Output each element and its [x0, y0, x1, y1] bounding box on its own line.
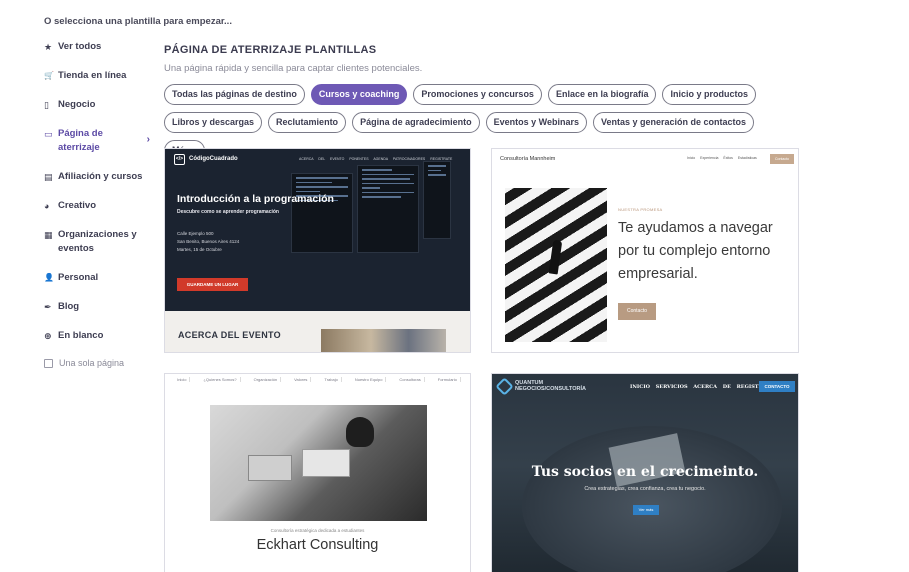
page-subtitle: Una página rápida y sencilla para captar… — [164, 63, 423, 74]
template-brand: Consultoría Mannheim — [500, 156, 556, 162]
sidebar-item-en-blanco[interactable]: ⊕ En blanco — [44, 329, 156, 343]
single-page-label: Una sola página — [59, 358, 125, 368]
about-title: ACERCA DEL EVENTO — [178, 330, 281, 340]
sidebar-item-blog[interactable]: ✒ Blog — [44, 300, 156, 314]
nav-link: Formulario — [434, 377, 461, 382]
template-nav-links: ACERCA DEL EVENTO PONENTES AGENDA PATROC… — [299, 157, 453, 161]
nav-link: Organización — [250, 377, 282, 382]
sidebar-item-landing[interactable]: ▭ Página de aterrizaje › — [44, 127, 156, 155]
quantum-logo-icon — [495, 377, 514, 396]
nav-link: Inicio — [174, 377, 191, 382]
chip-libros[interactable]: Libros y descargas — [164, 112, 263, 133]
sidebar-item-label: Tienda en línea — [58, 70, 127, 81]
address-line: San Benito, Buenos Aires 4124 — [177, 239, 240, 244]
chip-reclutamiento[interactable]: Reclutamiento — [268, 112, 347, 133]
page-prompt: O selecciona una plantilla para empezar.… — [44, 16, 232, 27]
template-eyebrow: NUESTRA PROMESA — [618, 207, 663, 212]
template-headline: Te ayudamos a navegar por tu complejo en… — [618, 220, 773, 282]
single-page-checkbox[interactable]: Una sola página — [44, 358, 156, 368]
page-title: PÁGINA DE ATERRIZAJE PLANTILLAS — [164, 44, 377, 56]
template-headline: Tus socios en el crecimeinto. — [531, 464, 759, 480]
sidebar-item-ver-todos[interactable]: ★ Ver todos — [44, 40, 156, 54]
template-address: Calle Ejemplo 500 San Benito, Buenos Air… — [177, 230, 239, 254]
template-headline: Introducción a la programación — [177, 193, 334, 205]
sidebar-item-label: Creativo — [58, 200, 97, 211]
sidebar-item-personal[interactable]: 👤 Personal — [44, 271, 156, 285]
sidebar-item-label: En blanco — [58, 330, 104, 341]
template-subhead: Crea estrategias, crea confianza, crea t… — [584, 486, 706, 492]
address-line: Martes, 15 de Octubre — [177, 247, 222, 252]
plus-circle-icon: ⊕ — [44, 331, 52, 341]
sidebar-item-label: Negocio — [58, 99, 96, 110]
chip-agradecimiento[interactable]: Página de agradecimiento — [352, 112, 480, 133]
template-nav-links: Inicio Experiencia Éxitos Estadísticas — [687, 156, 757, 160]
sidebar-item-afiliacion[interactable]: ▤ Afiliación y cursos — [44, 170, 156, 184]
sidebar-item-organizaciones[interactable]: ▦ Organizaciones y eventos — [44, 228, 156, 256]
browser-icon: ▭ — [44, 129, 53, 139]
address-line: Calle Ejemplo 500 — [177, 231, 214, 236]
template-card-mannheim[interactable]: Consultoría Mannheim Inicio Experiencia … — [491, 148, 799, 353]
template-brand: CódigoCuadrado — [189, 156, 238, 162]
sidebar-item-tienda[interactable]: 🛒 Tienda en línea — [44, 69, 156, 83]
chip-cursos[interactable]: Cursos y coaching — [310, 84, 408, 105]
person-icon: 👤 — [44, 273, 54, 282]
template-cta: Ver más — [633, 505, 659, 515]
crosswalk-photo — [505, 188, 607, 342]
quill-icon: ✒ — [44, 302, 52, 312]
calendar-icon: ▦ — [44, 230, 53, 240]
sidebar-item-label: Afiliación y cursos — [58, 171, 143, 182]
about-image — [321, 329, 446, 352]
nav-link: Valores — [291, 377, 312, 382]
template-about-section: ACERCA DEL EVENTO — [165, 311, 470, 352]
palette-icon: ◕ — [44, 201, 50, 211]
sidebar-item-negocio[interactable]: ▯ Negocio — [44, 98, 156, 112]
template-nav-button: CONTACTO — [759, 381, 795, 392]
nav-link: ¿Quienes Somos? — [200, 377, 241, 382]
star-icon: ★ — [44, 42, 53, 52]
chip-todas[interactable]: Todas las páginas de destino — [164, 84, 305, 105]
cart-icon: 🛒 — [44, 71, 54, 80]
template-nav-links: INICIO SERVICIOS ACERCA DE REGISTRATE — [630, 384, 774, 390]
template-cta: GUARDAME UN LUGAR — [177, 278, 248, 291]
membership-card-icon: ▤ — [44, 172, 53, 182]
chip-promociones[interactable]: Promociones y concursos — [413, 84, 542, 105]
nav-link: Nuestro Equipo — [351, 377, 387, 382]
template-nav-links: Inicio ¿Quienes Somos? Organización Valores… — [165, 377, 470, 382]
brand-line: NEGOCIOS/CONSULTORÍA — [515, 386, 586, 392]
code-icon: </> — [174, 153, 185, 165]
template-cta: Contacto — [618, 303, 656, 320]
chevron-right-icon: › — [146, 134, 150, 145]
category-sidebar: ★ Ver todos 🛒 Tienda en línea ▯ Negocio … — [44, 40, 156, 368]
template-nav-button: Contacto — [770, 154, 794, 164]
template-subhead: Descubre como se aprender programación — [177, 209, 279, 215]
template-tagline: Consultoría estratégica dedicada a estud… — [270, 528, 365, 533]
sidebar-item-label: Blog — [58, 301, 80, 312]
sidebar-item-label: Personal — [58, 272, 99, 283]
checkbox-icon[interactable] — [44, 358, 53, 368]
template-card-codigo-cuadrado[interactable]: </> CódigoCuadrado ACERCA DEL EVENTO PON… — [164, 148, 471, 353]
nav-link: Trabajo — [321, 377, 342, 382]
template-brand: QUANTUM NEGOCIOS/CONSULTORÍA — [515, 380, 586, 392]
chip-ventas[interactable]: Ventas y generación de contactos — [592, 112, 755, 133]
template-card-eckhart[interactable]: Inicio ¿Quienes Somos? Organización Valores… — [164, 373, 471, 572]
nav-link: Consultoras — [396, 377, 425, 382]
chip-eventos[interactable]: Eventos y Webinars — [485, 112, 587, 133]
office-photo — [210, 405, 427, 521]
template-card-quantum[interactable]: QUANTUM NEGOCIOS/CONSULTORÍA INICIO SERV… — [491, 373, 799, 572]
chip-inicio-productos[interactable]: Inicio y productos — [662, 84, 756, 105]
clipboard-icon: ▯ — [44, 100, 49, 110]
chip-enlace-biografia[interactable]: Enlace en la biografía — [547, 84, 657, 105]
sidebar-item-label: Organizaciones y eventos — [58, 229, 137, 254]
sidebar-item-creativo[interactable]: ◕ Creativo — [44, 199, 156, 213]
template-headline: Eckhart Consulting — [256, 537, 379, 553]
sidebar-item-label: Ver todos — [58, 41, 102, 52]
monitor-image — [291, 161, 451, 301]
sidebar-item-label: Página de aterrizaje — [58, 128, 103, 153]
